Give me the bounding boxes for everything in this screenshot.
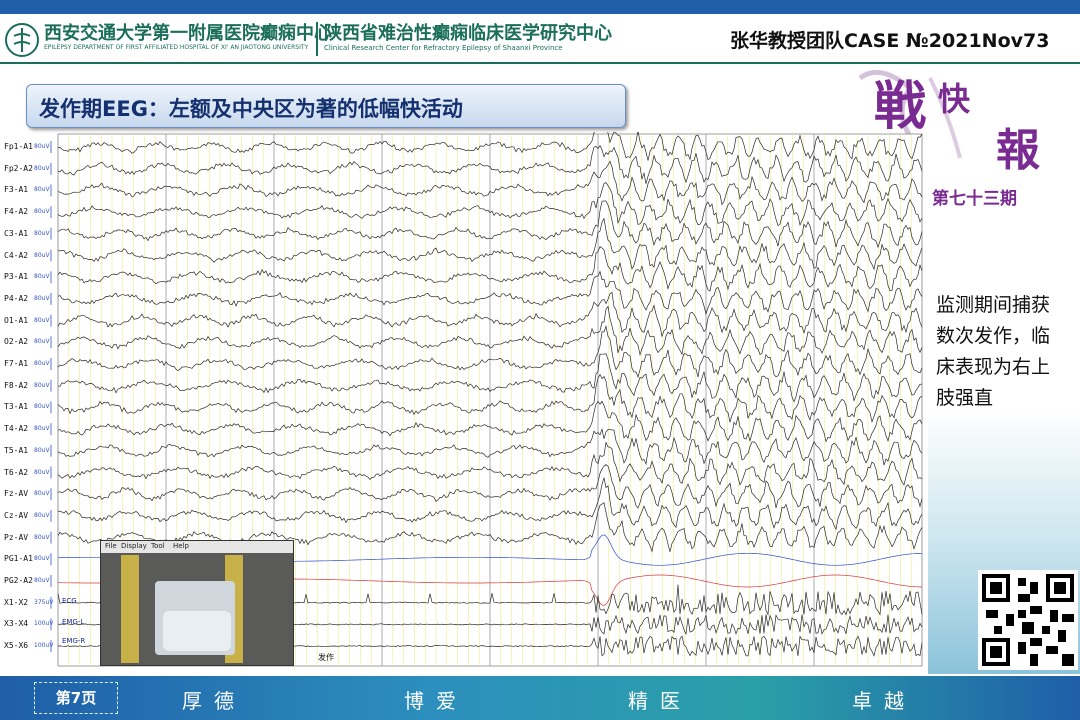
channel-scale: 80uV	[34, 360, 50, 367]
channel-scale: 80uV	[34, 229, 50, 237]
channel-scale: 80uV	[34, 555, 50, 563]
video-scene-curtain	[121, 555, 139, 663]
slide-title-box: 发作期EEG：左额及中央区为著的低幅快活动	[26, 84, 626, 128]
institution-name-en: EPILEPSY DEPARTMENT OF FIRST AFFILIATED …	[44, 44, 309, 51]
motto-item: 精医	[628, 689, 692, 713]
channel-label: P3-A1	[4, 272, 29, 282]
menu-item-file[interactable]: File	[105, 542, 117, 550]
channel-label: T4-A2	[4, 424, 29, 434]
video-channel-label-emg-r: EMG-R	[62, 637, 86, 645]
masthead-char: 快	[938, 80, 971, 118]
channel-scale: 100uV	[34, 620, 54, 628]
research-center-name-en: Clinical Research Center for Refractory …	[324, 44, 563, 52]
channel-label: Pz-AV	[4, 532, 29, 542]
channel-scale: 80uV	[34, 143, 50, 150]
video-menu-bar: File Display Tool Help	[101, 541, 293, 553]
channel-scale: 80uV	[34, 403, 50, 411]
video-channel-label-ecg: ECG	[62, 597, 77, 605]
menu-item-display[interactable]: Display	[121, 542, 147, 550]
event-marker-label: 发作	[318, 653, 334, 662]
footer-bar	[0, 676, 1080, 720]
slide-title: 发作期EEG：左额及中央区为著的低幅快活动	[39, 97, 463, 121]
masthead-char: 報	[996, 125, 1040, 176]
qr-code-icon[interactable]	[978, 570, 1078, 670]
channel-scale: 80uV	[34, 577, 50, 584]
channel-label: PG1-A1	[4, 554, 33, 564]
menu-item-help[interactable]: Help	[173, 542, 189, 550]
menu-item-tool[interactable]: Tool	[151, 542, 165, 550]
channel-label: Fz-AV	[4, 489, 29, 499]
channel-label: X3-X4	[4, 619, 29, 629]
channel-scale: 80uV	[34, 468, 50, 476]
research-center-name: 陕西省难治性癫痫临床医学研究中心	[324, 23, 612, 44]
channel-label: PG2-A2	[4, 576, 33, 585]
channel-label: C3-A1	[4, 228, 29, 238]
channel-label: P4-A2	[4, 293, 29, 303]
channel-scale: 80uV	[34, 294, 50, 302]
channel-label: X5-X6	[4, 641, 29, 651]
channel-scale: 80uV	[34, 164, 50, 172]
header-divider	[316, 22, 318, 56]
channel-label: F3-A1	[4, 185, 29, 195]
channel-label: F7-A1	[4, 359, 29, 368]
channel-scale: 80uV	[34, 381, 50, 389]
motto-item: 卓越	[852, 689, 916, 713]
masthead-char: 戦	[874, 76, 927, 137]
channel-label: Cz-AV	[4, 510, 29, 520]
channel-label: C4-A2	[4, 250, 29, 260]
motto-item: 博爱	[404, 689, 468, 713]
channel-scale: 100uV	[34, 642, 54, 650]
channel-label: T3-A1	[4, 402, 29, 412]
top-bar	[0, 0, 1080, 14]
video-channel-label-emg-l: EMG-L	[62, 618, 85, 626]
channel-label: O2-A2	[4, 337, 29, 347]
channel-scale: 80uV	[34, 338, 50, 346]
channel-scale: 80uV	[34, 511, 50, 519]
institution-name: 西安交通大学第一附属医院癫痫中心	[44, 23, 332, 44]
issue-number: 第七十三期	[932, 189, 1017, 209]
channel-scale: 80uV	[34, 425, 50, 433]
channel-label: F4-A2	[4, 207, 29, 217]
motto-item: 厚德	[182, 689, 246, 713]
channel-scale: 80uV	[34, 490, 50, 498]
channel-label: T6-A2	[4, 467, 29, 477]
channel-scale: 80uV	[34, 533, 50, 541]
channel-scale: 80uV	[34, 208, 50, 216]
channel-scale: 80uV	[34, 186, 50, 194]
channel-scale: 80uV	[34, 251, 50, 259]
channel-scale: 80uV	[34, 446, 50, 454]
channel-label: Fp1-A1	[4, 142, 33, 151]
page-number: 第7页	[34, 682, 118, 714]
channel-scale: 80uV	[34, 273, 50, 281]
channel-label: T5-A1	[4, 445, 29, 455]
channel-label: F8-A2	[4, 380, 29, 390]
clinical-note: 监测期间捕获数次发作，临床表现为右上肢强直	[936, 294, 1051, 409]
hospital-logo-icon	[5, 23, 39, 57]
channel-label: Fp2-A2	[4, 163, 33, 173]
channel-scale: 80uV	[34, 316, 50, 324]
team-case-number: 张华教授团队CASE №2021Nov73	[730, 30, 1050, 52]
channel-label: O1-A1	[4, 315, 29, 325]
video-monitor-window[interactable]: File Display Tool Help	[100, 540, 294, 666]
channel-scale: 375uV	[34, 598, 54, 606]
video-scene-patient	[163, 611, 231, 651]
channel-label: X1-X2	[4, 597, 29, 607]
